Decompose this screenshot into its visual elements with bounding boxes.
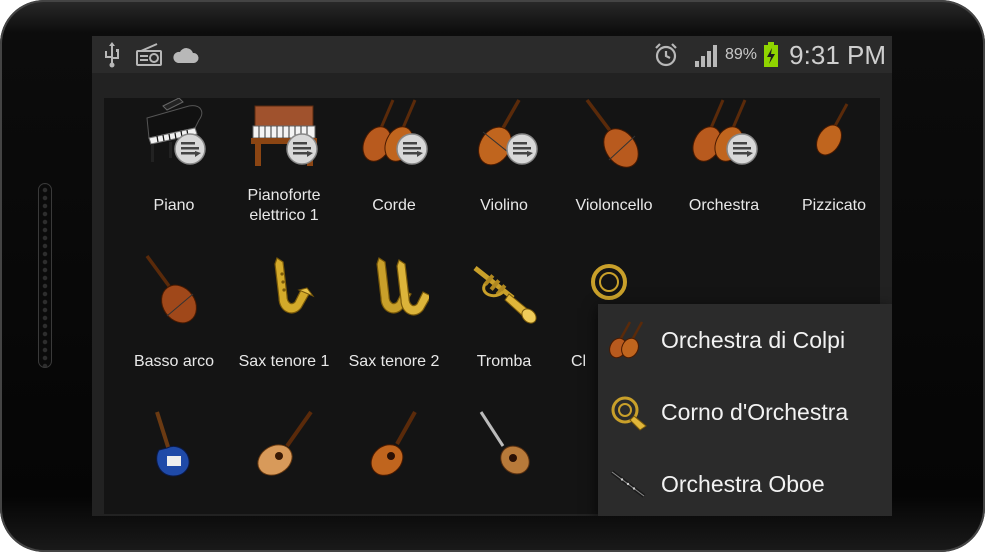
instrument-piano[interactable]: Piano <box>119 97 229 248</box>
instrument-grid: Piano Pianoforte elettrico 1 Corde Violi… <box>104 97 892 516</box>
menu-item-label: Orchestra di Colpi <box>661 327 846 353</box>
electric-piano-icon <box>249 98 319 170</box>
menu-item-label: Corno d'Orchestra <box>661 399 849 425</box>
status-time: 9:31 PM <box>789 40 886 70</box>
equalizer-badge-icon <box>174 133 206 165</box>
instrument-violin[interactable]: Violino <box>449 98 559 248</box>
french-horn-icon <box>608 392 648 432</box>
instrument-classical-guitar[interactable] <box>339 410 449 516</box>
instrument-label: Violoncello <box>575 197 653 214</box>
equalizer-badge-icon <box>506 133 538 165</box>
instrument-label: Piano <box>153 197 195 214</box>
instrument-tenor-sax-1[interactable]: Sax tenore 1 <box>229 254 339 404</box>
instrument-pizzicato[interactable]: Pizzicato <box>779 98 889 248</box>
instrument-label: Sax tenore 2 <box>348 353 440 370</box>
phone-frame: 89% 9:31 PM Piano Pianoforte elettrico 1… <box>0 0 985 552</box>
status-bar: 89% 9:31 PM <box>92 36 892 73</box>
violins-icon <box>608 320 648 360</box>
instrument-cello[interactable]: Violoncello <box>559 98 669 248</box>
instrument-label: Violino <box>480 197 528 214</box>
menu-item-orchestra-oboe[interactable]: Orchestra Oboe <box>598 448 892 516</box>
instrument-label: Pianoforte elettrico 1 <box>247 187 321 224</box>
trumpet-icon <box>469 254 539 326</box>
cloud-icon <box>170 42 200 68</box>
instrument-label: Basso arco <box>133 353 215 370</box>
electric-guitar-icon <box>139 410 209 482</box>
orchestra-icon <box>689 98 759 170</box>
saxophone-icon <box>249 254 319 326</box>
cello-icon <box>579 98 649 170</box>
grand-piano-icon <box>139 97 209 170</box>
double-bass-icon <box>139 254 209 326</box>
battery-percent: 89% <box>725 46 758 63</box>
menu-item-label: Orchestra Oboe <box>661 471 825 497</box>
instrument-label: Corde <box>372 197 416 214</box>
speaker-grille <box>38 183 52 368</box>
pizzicato-violin-icon <box>799 98 869 170</box>
strings-icon <box>359 98 429 170</box>
instrument-label: Pizzicato <box>801 197 867 214</box>
equalizer-badge-icon <box>286 133 318 165</box>
instrument-trumpet[interactable]: Tromba <box>449 254 559 404</box>
acoustic-guitar-icon <box>249 410 319 482</box>
instrument-popup-menu: Orchestra di Colpi Corno d'Orchestra Orc… <box>598 304 892 516</box>
instrument-label: Orchestra <box>688 197 760 214</box>
instrument-strings[interactable]: Corde <box>339 98 449 248</box>
instrument-mandolin[interactable] <box>449 410 559 516</box>
signal-icon <box>692 42 722 68</box>
instrument-electric-piano[interactable]: Pianoforte elettrico 1 <box>229 98 339 248</box>
instrument-label: Sax tenore 1 <box>238 353 330 370</box>
classical-guitar-icon <box>359 410 429 482</box>
usb-icon <box>102 42 122 68</box>
menu-item-corno-d-orchestra[interactable]: Corno d'Orchestra <box>598 376 892 448</box>
menu-item-orchestra-di-colpi[interactable]: Orchestra di Colpi <box>598 304 892 376</box>
violin-icon <box>469 98 539 170</box>
two-saxophones-icon <box>359 254 432 326</box>
device-screen: 89% 9:31 PM Piano Pianoforte elettrico 1… <box>92 36 892 516</box>
instrument-orchestra[interactable]: Orchestra <box>669 98 779 248</box>
mandolin-icon <box>469 410 539 482</box>
instrument-electric-guitar[interactable] <box>119 410 229 516</box>
instrument-label: Tromba <box>476 353 532 370</box>
battery-charging-icon <box>762 42 780 68</box>
radio-icon <box>134 42 164 68</box>
instrument-acoustic-guitar[interactable] <box>229 410 339 516</box>
equalizer-badge-icon <box>396 133 428 165</box>
instrument-double-bass[interactable]: Basso arco <box>119 254 229 404</box>
equalizer-badge-icon <box>726 133 758 165</box>
instrument-tenor-sax-2[interactable]: Sax tenore 2 <box>339 254 449 404</box>
alarm-icon <box>652 42 680 68</box>
oboe-icon <box>608 464 648 504</box>
